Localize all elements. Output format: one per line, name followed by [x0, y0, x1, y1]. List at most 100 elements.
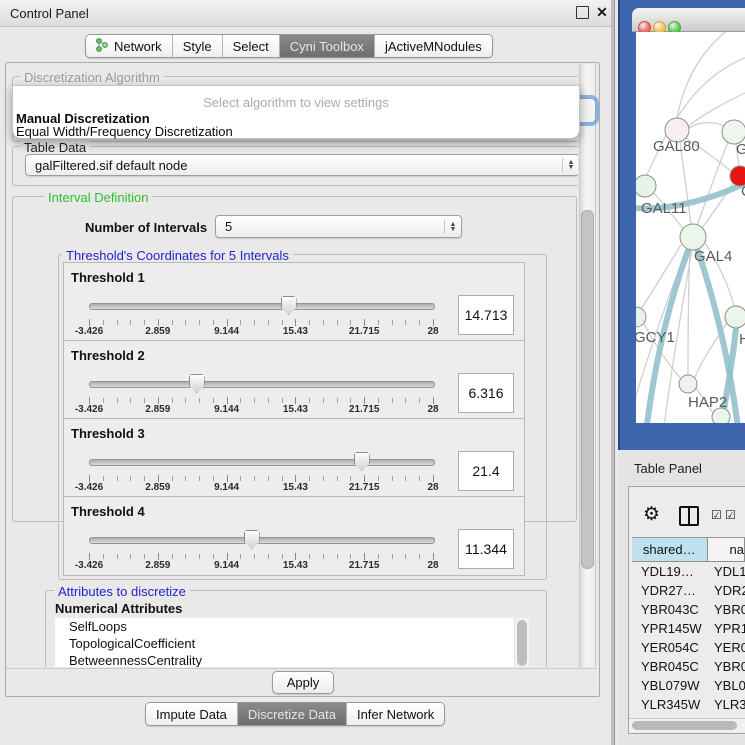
threshold-label: Threshold 1	[71, 270, 145, 285]
number-of-intervals-select[interactable]: 5 ▲▼	[215, 215, 462, 238]
table-hscrollbar-thumb[interactable]	[632, 721, 737, 730]
close-icon[interactable]: ✕	[594, 4, 610, 21]
tick-mark	[392, 476, 393, 481]
slider-thumb[interactable]	[281, 296, 297, 315]
slider-thumb[interactable]	[354, 452, 370, 471]
attribute-list-item[interactable]: BetweennessCentrality	[55, 652, 514, 667]
table-cell-shared-name[interactable]: YBL079W	[632, 678, 709, 693]
network-edge[interactable]	[677, 57, 745, 118]
tab-style[interactable]: Style	[173, 35, 223, 57]
threshold-value-field[interactable]: 21.4	[458, 451, 514, 491]
tick-mark	[282, 554, 283, 559]
network-node[interactable]	[636, 175, 656, 197]
float-window-icon[interactable]	[576, 6, 589, 19]
threshold-value-field[interactable]: 14.713	[458, 295, 514, 335]
tick-mark	[144, 476, 145, 481]
apply-button[interactable]: Apply	[272, 671, 334, 694]
table-cell-shared-name[interactable]: YDL19…	[632, 564, 709, 579]
tick-label: 21.715	[340, 560, 388, 571]
table-data-select[interactable]: galFiltered.sif default node ▲▼	[25, 154, 578, 176]
table-cell-name[interactable]: YLR3	[709, 697, 745, 712]
slider-thumb[interactable]	[189, 374, 205, 393]
table-cell-shared-name[interactable]: YER054C	[632, 640, 709, 655]
slider-track[interactable]	[89, 303, 435, 310]
attribute-list-item[interactable]: SelfLoops	[55, 618, 514, 635]
slider-track[interactable]	[89, 459, 435, 466]
tick-mark	[364, 397, 365, 404]
table-cell-name[interactable]: YPR1	[709, 621, 745, 636]
tick-mark	[89, 475, 90, 482]
tick-label: 15.43	[271, 404, 319, 415]
table-row[interactable]: YLR345WYLR3	[632, 695, 745, 714]
bottom-tab-bar: Impute Data Discretize Data Infer Networ…	[145, 702, 445, 726]
table-row[interactable]: YER054CYER0	[632, 638, 745, 657]
network-node[interactable]	[680, 224, 706, 250]
slider-track[interactable]	[89, 381, 435, 388]
tab-jactivemnodules[interactable]: jActiveMNodules	[375, 35, 492, 57]
network-node[interactable]	[679, 375, 697, 393]
table-cell-shared-name[interactable]: YPR145W	[632, 621, 709, 636]
table-row[interactable]: YPR145WYPR1	[632, 619, 745, 638]
tick-label: 9.144	[203, 326, 251, 337]
tick-label: 15.43	[271, 482, 319, 493]
top-tab-bar: Network Style Select Cyni Toolbox jActiv…	[85, 34, 493, 58]
window-divider[interactable]	[611, 0, 615, 745]
table-cell-name[interactable]: YER0	[709, 640, 745, 655]
table-row[interactable]: YBR045CYBR0	[632, 657, 745, 676]
table-cell-name[interactable]: YBR0	[709, 659, 745, 674]
threshold-value-field[interactable]: 6.316	[458, 373, 514, 413]
attribute-list-item[interactable]: TopologicalCoefficient	[55, 635, 514, 652]
threshold-value-field[interactable]: 11.344	[458, 529, 514, 569]
table-row[interactable]: YDL19…YDL1	[632, 562, 745, 581]
table-row[interactable]: YBR043CYBR0	[632, 600, 745, 619]
tick-mark	[337, 554, 338, 559]
tab-select[interactable]: Select	[223, 35, 280, 57]
slider-track[interactable]	[89, 537, 435, 544]
network-window-titlebar	[632, 8, 745, 32]
tick-mark	[268, 320, 269, 325]
tick-mark	[282, 476, 283, 481]
tab-cyni-toolbox[interactable]: Cyni Toolbox	[280, 35, 375, 57]
tick-label: 21.715	[340, 482, 388, 493]
panel-scrollbar-track[interactable]	[579, 64, 596, 667]
tick-mark	[433, 397, 434, 404]
network-canvas[interactable]: GAL80GACGAL11GAL4GCY1HHAP2	[636, 32, 745, 423]
table-row[interactable]: YDR27…YDR2	[632, 581, 745, 600]
gear-icon[interactable]: ⚙	[643, 503, 660, 526]
slider-thumb[interactable]	[244, 530, 260, 549]
column-header-shared-name[interactable]: shared…	[632, 538, 708, 562]
table-cell-name[interactable]: YBR0	[709, 602, 745, 617]
checkbox-icon[interactable]: ☑	[711, 508, 722, 522]
column-header-name[interactable]: na	[708, 538, 745, 562]
tick-mark	[199, 476, 200, 481]
table-cell-name[interactable]: YDL1	[709, 564, 745, 579]
algorithm-option-equal-width-frequency[interactable]: Equal Width/Frequency Discretization	[16, 124, 576, 139]
tick-mark	[172, 398, 173, 403]
table-cell-name[interactable]: YBL0	[709, 678, 745, 693]
table-cell-shared-name[interactable]: YLR345W	[632, 697, 709, 712]
table-cell-shared-name[interactable]: YBR045C	[632, 659, 709, 674]
attributes-group-label: Attributes to discretize	[54, 584, 190, 599]
tick-mark	[227, 319, 228, 326]
columns-icon[interactable]	[679, 506, 699, 526]
panel-scrollbar-thumb[interactable]	[581, 210, 594, 569]
table-cell-shared-name[interactable]: YDR27…	[632, 583, 709, 598]
checkbox-icon[interactable]: ☑	[725, 508, 736, 522]
tab-discretize-data[interactable]: Discretize Data	[238, 703, 347, 725]
numerical-attributes-list[interactable]: SelfLoopsTopologicalCoefficientBetweenne…	[55, 618, 514, 667]
table-hscrollbar-track[interactable]	[629, 718, 745, 732]
attributes-scrollbar-track[interactable]	[514, 618, 529, 667]
table-row[interactable]: YBL079WYBL0	[632, 676, 745, 695]
tick-mark	[405, 398, 406, 403]
tab-network[interactable]: Network	[86, 35, 173, 57]
attributes-scrollbar-thumb[interactable]	[517, 620, 527, 666]
tick-mark	[378, 398, 379, 403]
threshold-label: Threshold 3	[71, 426, 145, 441]
table-cell-name[interactable]: YDR2	[709, 583, 745, 598]
table-cell-shared-name[interactable]: YBR043C	[632, 602, 709, 617]
tick-mark	[227, 553, 228, 560]
tab-impute-data[interactable]: Impute Data	[146, 703, 238, 725]
tick-label: -3.426	[65, 482, 113, 493]
network-node[interactable]	[725, 306, 745, 328]
tab-infer-network[interactable]: Infer Network	[347, 703, 444, 725]
